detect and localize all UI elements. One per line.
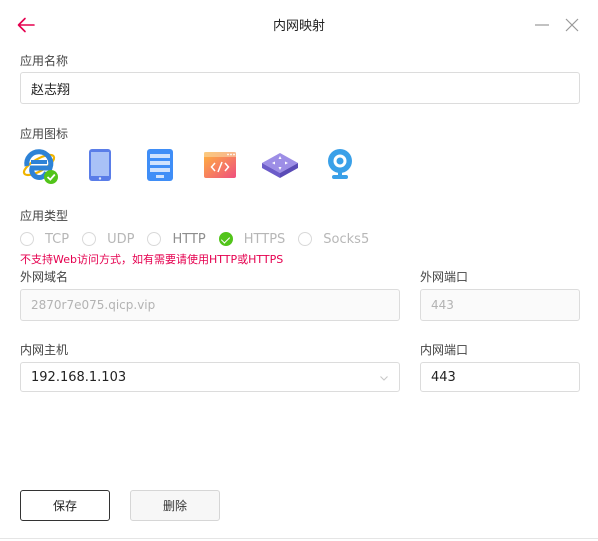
radio-circle (298, 232, 313, 246)
radio-label-udp: UDP (107, 231, 135, 247)
internal-host-label: 内网主机 (20, 343, 69, 357)
radio-udp[interactable]: UDP (82, 232, 134, 247)
internal-port-input[interactable]: 443 (420, 362, 580, 392)
radio-http[interactable]: HTTP (147, 231, 206, 247)
radio-label-https: HTTPS (243, 231, 286, 247)
internal-host-value: 192.168.1.103 (31, 369, 127, 385)
external-port-placeholder: 443 (431, 298, 454, 312)
bottom-divider (0, 538, 598, 539)
internal-port-value: 443 (431, 369, 456, 385)
code-window-icon[interactable] (200, 145, 240, 185)
app-type-label: 应用类型 (20, 209, 69, 223)
radio-circle (82, 232, 97, 246)
app-type-warning: 不支持Web访问方式，如有需要请使用HTTP或HTTPS (20, 253, 284, 266)
internal-host-select[interactable]: 192.168.1.103 (20, 362, 400, 392)
radio-label-http: HTTP (172, 231, 206, 247)
window-title: 内网映射 (272, 19, 325, 34)
webcam-icon[interactable] (320, 145, 360, 185)
app-type-radio-group: TCP UDP HTTP HTTPS Socks5 (20, 230, 382, 248)
close-icon[interactable] (562, 15, 582, 35)
delete-button[interactable]: 删除 (130, 490, 220, 521)
external-port-input[interactable]: 443 (420, 289, 580, 321)
app-icon-label: 应用图标 (20, 127, 69, 141)
tablet-icon[interactable] (80, 145, 120, 185)
external-domain-input[interactable]: 2870r7e075.qicp.vip (20, 289, 400, 321)
radio-label-socks5: Socks5 (323, 231, 370, 247)
radio-socks5[interactable]: Socks5 (298, 232, 369, 247)
internal-port-label: 内网端口 (420, 343, 469, 357)
app-name-label: 应用名称 (20, 54, 69, 68)
app-name-input[interactable]: 赵志翔 (20, 72, 580, 104)
radio-circle (147, 232, 162, 246)
external-port-label: 外网端口 (420, 270, 469, 284)
title-bar: 内网映射 (0, 0, 598, 50)
chevron-down-icon (379, 372, 389, 382)
radio-https[interactable]: HTTPS (218, 231, 286, 247)
external-domain-placeholder: 2870r7e075.qicp.vip (31, 298, 156, 312)
router-icon[interactable] (260, 145, 300, 185)
server-icon[interactable] (140, 145, 180, 185)
radio-circle (20, 232, 34, 246)
ie-icon[interactable] (20, 145, 60, 185)
app-name-value: 赵志翔 (31, 82, 71, 98)
radio-tcp[interactable]: TCP (20, 232, 69, 247)
radio-label-tcp: TCP (45, 231, 70, 247)
save-button[interactable]: 保存 (20, 490, 110, 521)
minimize-icon[interactable] (532, 15, 552, 35)
external-domain-label: 外网域名 (20, 270, 69, 284)
radio-check-icon (218, 232, 233, 246)
